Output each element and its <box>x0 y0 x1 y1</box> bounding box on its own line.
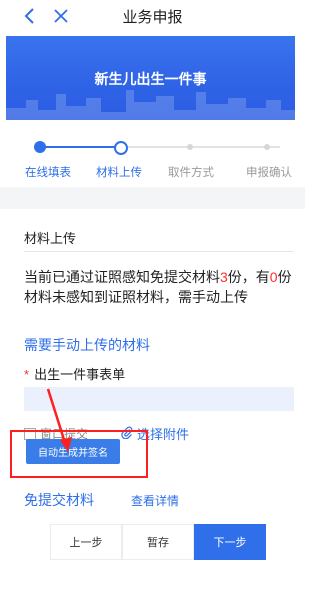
notice-text: 当前已通过证照感知免提交材料3份，有0份材料未感知到证照材料，需手动上传 <box>24 269 292 305</box>
step-dot-1 <box>34 141 46 153</box>
view-details-link[interactable]: 查看详情 <box>131 492 179 509</box>
section-divider <box>0 187 305 209</box>
step-label-4[interactable]: 申报确认 <box>234 164 304 180</box>
save-draft-button[interactable]: 暂存 <box>122 524 194 560</box>
free-materials-heading: 免提交材料 <box>24 492 94 508</box>
step-dot-2 <box>114 141 128 155</box>
step-label-1[interactable]: 在线填表 <box>13 164 83 180</box>
step-dot-4 <box>264 144 270 150</box>
field-label: * 出生一件事表单 <box>24 367 126 382</box>
progress-fill <box>40 146 120 148</box>
action-buttons: 上一步 暂存 下一步 <box>50 524 266 560</box>
step-label-2[interactable]: 材料上传 <box>84 164 154 180</box>
page-title: 业务申报 <box>122 9 183 26</box>
step-dot-3 <box>187 144 193 150</box>
form-attachment-area[interactable] <box>24 387 294 411</box>
section-title: 材料上传 <box>24 231 77 246</box>
banner: 新生儿出生一件事 <box>6 36 295 120</box>
missing-count: 0 <box>269 269 278 285</box>
step-label-3[interactable]: 取件方式 <box>156 164 226 180</box>
next-button[interactable]: 下一步 <box>194 524 266 560</box>
banner-title: 新生儿出生一件事 <box>94 71 207 87</box>
divider <box>24 251 294 252</box>
received-count: 3 <box>220 269 228 285</box>
prev-button[interactable]: 上一步 <box>50 524 122 560</box>
required-mark: * <box>24 367 30 382</box>
highlight-box <box>10 430 148 478</box>
manual-upload-heading: 需要手动上传的材料 <box>24 337 150 353</box>
